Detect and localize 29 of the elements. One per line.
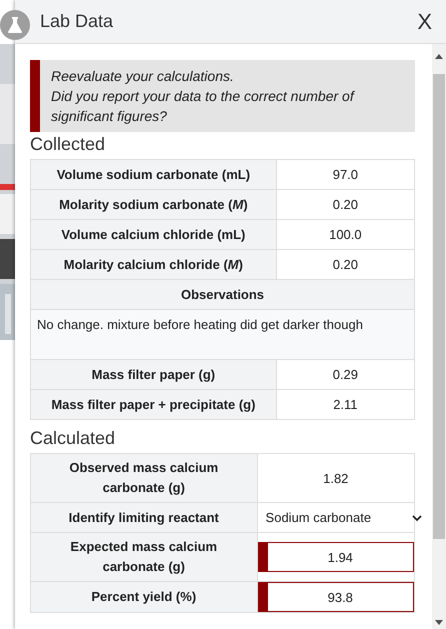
chevron-icon [412,514,422,522]
input-field[interactable]: 1.94 [258,542,414,572]
close-button[interactable]: X [417,8,432,34]
row-label: Observed mass calcium carbonate (g) [30,454,258,502]
table-cell: 97.0 [276,160,414,190]
warning-message: Reevaluate your calculations. Did you report your data to the correct number of significant figures? [30,60,415,132]
scroll-down-icon[interactable] [435,620,443,625]
table-cell: 2.11 [276,390,414,420]
observation-text: No change. mixture before heating did get darker though [30,310,414,360]
section-heading: Collected [30,134,106,155]
table-cell: 0.29 [276,360,414,390]
row-label: Volume sodium carbonate (mL) [30,160,276,190]
section-heading: Calculated [30,428,116,449]
row-label: Mass filter paper + precipitate (g) [30,390,276,420]
row-label: Molarity sodium carbonate (M) [30,190,276,220]
row-label: Molarity calcium chloride (M) [30,250,276,280]
row-label: Identify limiting reactant [30,502,258,532]
table-header: Observations [30,280,414,310]
table-cell: 0.20 [276,190,414,220]
input-field[interactable]: 93.8 [258,582,414,612]
table-cell: 1.82 [257,454,414,502]
row-label: Mass filter paper (g) [30,360,276,390]
row-label: Volume calcium chloride (mL) [30,220,276,250]
table-cell: 100.0 [276,220,414,250]
scrollbar[interactable] [432,44,446,629]
row-label: Percent yield (%) [30,582,258,612]
scroll-up-icon[interactable] [435,54,443,59]
dialog-title: Lab Data [40,11,114,32]
row-label: Expected mass calcium carbonate (g) [30,532,258,582]
